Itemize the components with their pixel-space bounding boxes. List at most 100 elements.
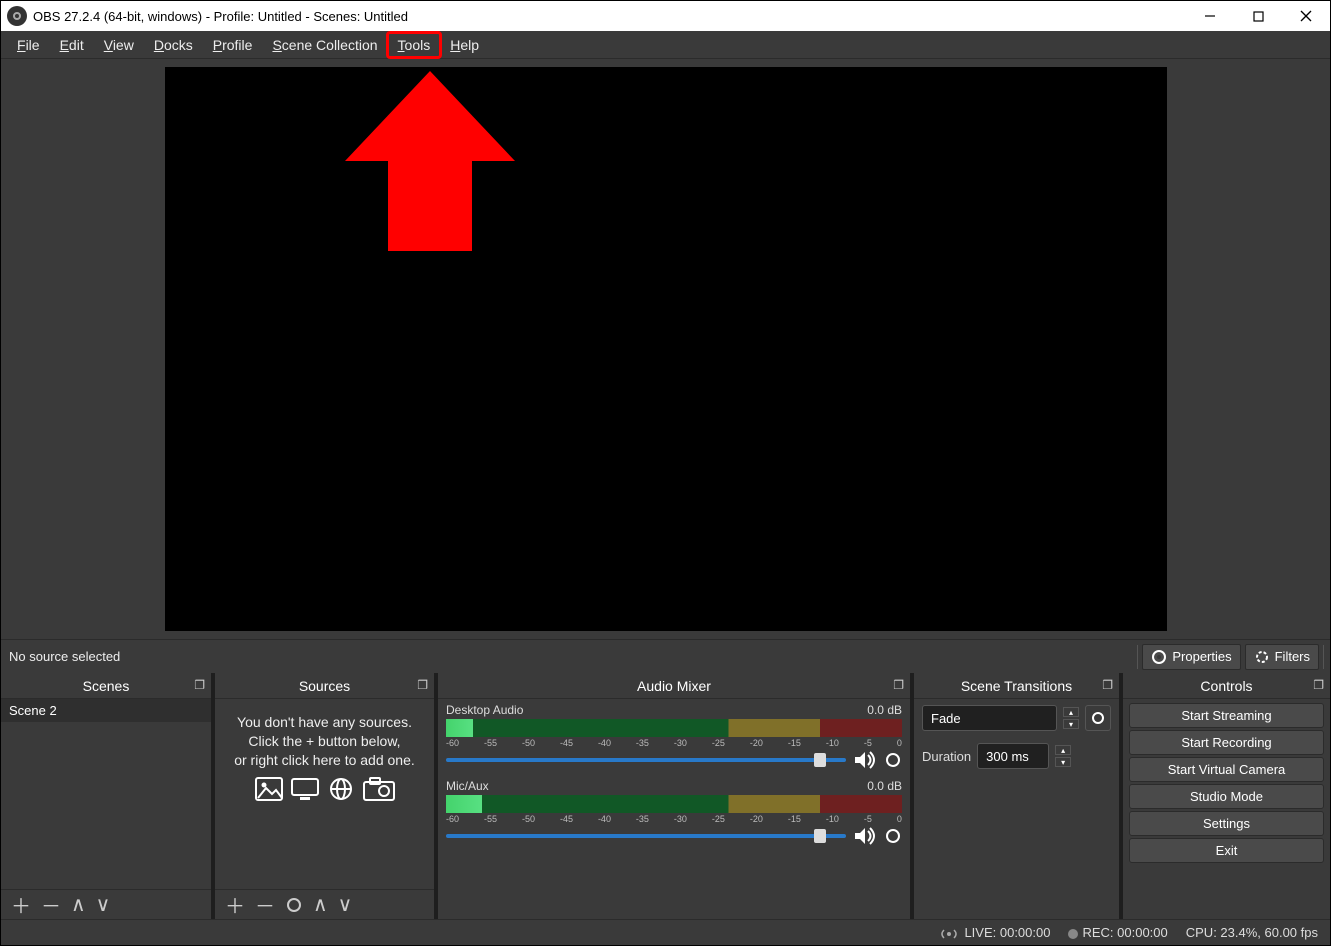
window-close-button[interactable] xyxy=(1282,1,1330,31)
filter-icon xyxy=(1254,649,1270,665)
settings-button[interactable]: Settings xyxy=(1129,811,1324,836)
sources-header: Sources ❐ xyxy=(215,673,434,699)
docks-row: Scenes ❐ Scene 2 ＋ － ∧ ∨ Sources ❐ You d… xyxy=(1,673,1330,919)
camera-source-icon xyxy=(362,776,396,802)
add-source-button[interactable]: ＋ xyxy=(225,890,245,919)
transition-select[interactable]: Fade xyxy=(922,705,1057,731)
sources-toolbar: ＋ － ∧ ∨ xyxy=(215,889,434,919)
scene-up-button[interactable]: ∧ xyxy=(71,892,86,917)
mixer-header: Audio Mixer ❐ xyxy=(438,673,910,699)
scene-item[interactable]: Scene 2 xyxy=(1,699,211,722)
source-up-button[interactable]: ∧ xyxy=(313,892,328,917)
status-bar: LIVE: 00:00:00 REC: 00:00:00 CPU: 23.4%,… xyxy=(1,919,1330,945)
menu-edit[interactable]: Edit xyxy=(50,33,94,57)
window-title: OBS 27.2.4 (64-bit, windows) - Profile: … xyxy=(33,9,1186,24)
scenes-toolbar: ＋ － ∧ ∨ xyxy=(1,889,211,919)
transition-settings-button[interactable] xyxy=(1085,705,1111,731)
popout-icon[interactable]: ❐ xyxy=(1102,678,1113,692)
window-minimize-button[interactable] xyxy=(1186,1,1234,31)
popout-icon[interactable]: ❐ xyxy=(417,678,428,692)
duration-value: 300 ms xyxy=(986,749,1029,764)
controls-header: Controls ❐ xyxy=(1123,673,1330,699)
scenes-list[interactable]: Scene 2 xyxy=(1,699,211,889)
channel-level: 0.0 dB xyxy=(867,779,902,793)
browser-source-icon xyxy=(326,776,356,802)
menu-scene-collection[interactable]: Scene Collection xyxy=(262,33,387,57)
transition-selected: Fade xyxy=(931,711,961,726)
popout-icon[interactable]: ❐ xyxy=(1313,678,1324,692)
menu-view[interactable]: View xyxy=(94,33,144,57)
duration-label: Duration xyxy=(922,749,971,764)
audio-mixer-dock: Audio Mixer ❐ Desktop Audio 0.0 dB -60-5… xyxy=(438,673,910,919)
transitions-title: Scene Transitions xyxy=(961,678,1072,694)
meter-ticks: -60-55-50-45-40-35-30-25-20-15-10-50 xyxy=(446,814,902,824)
sources-hint: You don't have any sources. Click the + … xyxy=(215,699,434,816)
audio-meter xyxy=(446,795,902,813)
studio-mode-button[interactable]: Studio Mode xyxy=(1129,784,1324,809)
menu-profile[interactable]: Profile xyxy=(203,33,263,57)
gear-icon[interactable] xyxy=(884,827,902,845)
popout-icon[interactable]: ❐ xyxy=(893,678,904,692)
channel-name: Desktop Audio xyxy=(446,703,523,717)
scenes-title: Scenes xyxy=(83,678,130,694)
volume-slider[interactable] xyxy=(446,758,846,762)
gear-icon xyxy=(1090,710,1106,726)
add-scene-button[interactable]: ＋ xyxy=(11,890,31,919)
status-live-text: LIVE: 00:00:00 xyxy=(964,925,1050,940)
menu-docks[interactable]: Docks xyxy=(144,33,203,57)
sources-hint-line: Click the + button below, xyxy=(225,732,424,751)
sources-list[interactable]: You don't have any sources. Click the + … xyxy=(215,699,434,889)
duration-spin[interactable]: ▴▾ xyxy=(1055,745,1071,767)
source-settings-button[interactable] xyxy=(285,896,303,914)
annotation-arrow-icon xyxy=(345,71,515,256)
properties-button[interactable]: Properties xyxy=(1142,644,1240,670)
start-streaming-button[interactable]: Start Streaming xyxy=(1129,703,1324,728)
popout-icon[interactable]: ❐ xyxy=(194,678,205,692)
duration-input[interactable]: 300 ms xyxy=(977,743,1049,769)
volume-slider[interactable] xyxy=(446,834,846,838)
start-virtual-camera-button[interactable]: Start Virtual Camera xyxy=(1129,757,1324,782)
remove-scene-button[interactable]: － xyxy=(41,890,61,919)
start-recording-button[interactable]: Start Recording xyxy=(1129,730,1324,755)
controls-dock: Controls ❐ Start Streaming Start Recordi… xyxy=(1123,673,1330,919)
channel-name: Mic/Aux xyxy=(446,779,489,793)
sources-dock: Sources ❐ You don't have any sources. Cl… xyxy=(215,673,434,919)
status-cpu: CPU: 23.4%, 60.00 fps xyxy=(1186,925,1318,940)
filters-button[interactable]: Filters xyxy=(1245,644,1319,670)
scene-down-button[interactable]: ∨ xyxy=(96,892,111,917)
gear-icon xyxy=(285,896,303,914)
sources-hint-line: or right click here to add one. xyxy=(225,751,424,770)
scenes-header: Scenes ❐ xyxy=(1,673,211,699)
obs-app-icon xyxy=(7,6,27,26)
speaker-icon[interactable] xyxy=(854,827,876,845)
window-titlebar: OBS 27.2.4 (64-bit, windows) - Profile: … xyxy=(1,1,1330,31)
divider xyxy=(1137,645,1138,669)
controls-body: Start Streaming Start Recording Start Vi… xyxy=(1123,699,1330,919)
filters-label: Filters xyxy=(1275,649,1310,664)
transition-select-spin[interactable]: ▴▾ xyxy=(1063,707,1079,729)
meter-ticks: -60-55-50-45-40-35-30-25-20-15-10-50 xyxy=(446,738,902,748)
preview-area xyxy=(1,59,1330,639)
divider xyxy=(1323,645,1324,669)
remove-source-button[interactable]: － xyxy=(255,890,275,919)
channel-level: 0.0 dB xyxy=(867,703,902,717)
audio-meter xyxy=(446,719,902,737)
status-rec-text: REC: 00:00:00 xyxy=(1082,925,1167,940)
window-maximize-button[interactable] xyxy=(1234,1,1282,31)
mixer-title: Audio Mixer xyxy=(637,678,711,694)
menu-tools[interactable]: Tools xyxy=(388,33,441,57)
speaker-icon[interactable] xyxy=(854,751,876,769)
source-down-button[interactable]: ∨ xyxy=(338,892,353,917)
broadcast-icon xyxy=(941,928,957,940)
scene-transitions-dock: Scene Transitions ❐ Fade ▴▾ Duration 300… xyxy=(914,673,1119,919)
gear-icon[interactable] xyxy=(884,751,902,769)
menu-help[interactable]: Help xyxy=(440,33,489,57)
no-source-label: No source selected xyxy=(9,649,120,664)
sources-title: Sources xyxy=(299,678,350,694)
exit-button[interactable]: Exit xyxy=(1129,838,1324,863)
controls-title: Controls xyxy=(1200,678,1252,694)
menu-file[interactable]: File xyxy=(7,33,50,57)
image-source-icon xyxy=(254,776,284,802)
status-rec: REC: 00:00:00 xyxy=(1068,925,1167,940)
preview-canvas[interactable] xyxy=(165,67,1167,631)
